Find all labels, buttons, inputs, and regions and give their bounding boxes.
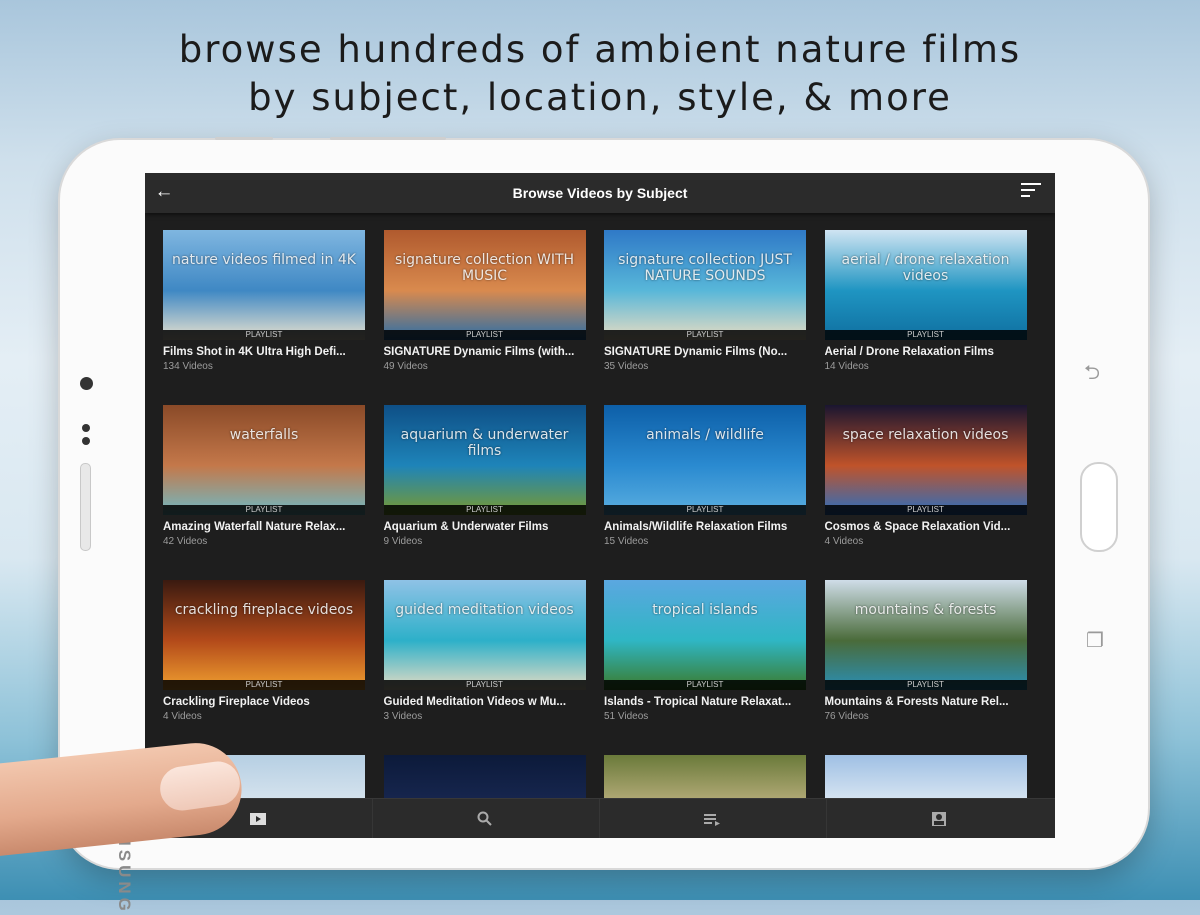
video-count: 14 Videos <box>824 361 869 372</box>
page-title: Browse Videos by Subject <box>512 185 688 201</box>
front-camera <box>80 377 93 390</box>
video-thumbnail[interactable]: animals / wildlife PLAYLIST <box>604 405 806 515</box>
thumbnail-caption: aquarium & underwater films <box>400 427 569 459</box>
video-card[interactable]: tropical islands PLAYLIST Islands - Tropic… <box>604 580 806 722</box>
playlist-badge: PLAYLIST <box>383 680 586 690</box>
app-bar: ← Browse Videos by Subject <box>145 173 1055 213</box>
thumbnail-caption: signature collection JUST NATURE SOUNDS <box>618 252 792 284</box>
sensor-dot <box>82 424 90 432</box>
playlist-badge: PLAYLIST <box>383 330 586 340</box>
headline-line-1: browse hundreds of ambient nature films <box>178 28 1022 71</box>
video-card-title: Mountains & Forests Nature Rel... <box>824 696 1009 708</box>
video-count: 9 Videos <box>383 536 423 547</box>
video-card-title: Amazing Waterfall Nature Relax... <box>163 521 346 533</box>
video-thumbnail[interactable]: aquarium & underwater films PLAYLIST <box>383 405 586 515</box>
recent-apps-icon[interactable]: ❐ <box>1086 628 1104 653</box>
thumbnail-caption: space relaxation videos <box>842 427 1009 443</box>
play-icon <box>250 813 266 825</box>
thumbnail-caption: aerial / drone relaxation videos <box>841 252 1010 284</box>
video-count: 3 Videos <box>383 711 423 722</box>
video-card-title: Animals/Wildlife Relaxation Films <box>604 521 788 533</box>
playlist-badge: PLAYLIST <box>163 505 365 515</box>
video-thumbnail[interactable]: waterfalls PLAYLIST <box>163 405 365 515</box>
video-card-title: Films Shot in 4K Ultra High Defi... <box>163 346 346 358</box>
thumbnail-caption: guided meditation videos <box>395 602 574 618</box>
video-count: 4 Videos <box>163 711 202 722</box>
video-card-title: Aquarium & Underwater Films <box>383 521 549 533</box>
video-card-title: Crackling Fireplace Videos <box>163 696 310 708</box>
video-thumbnail[interactable]: crackling fireplace videos PLAYLIST <box>163 580 365 690</box>
video-thumbnail[interactable]: signature collection JUST NATURE SOUNDS P… <box>604 230 806 340</box>
thumbnail-caption: animals / wildlife <box>646 427 764 443</box>
sensor-dot <box>82 437 90 445</box>
search-tab[interactable] <box>372 799 600 838</box>
power-button <box>330 137 446 140</box>
video-card-title: SIGNATURE Dynamic Films (with... <box>383 346 575 358</box>
playlist-badge: PLAYLIST <box>604 505 806 515</box>
playlist-badge: PLAYLIST <box>604 330 806 340</box>
back-key-icon[interactable]: ⮌ <box>1084 358 1100 392</box>
video-card[interactable]: aquarium & underwater films PLAYLIST Aquar… <box>383 405 586 547</box>
video-thumbnail[interactable]: tropical islands PLAYLIST <box>604 580 806 690</box>
thumbnail-caption: crackling fireplace videos <box>174 602 354 618</box>
video-card[interactable]: signature collection WITH MUSIC PLAYLIST S… <box>383 230 586 372</box>
volume-button <box>215 137 273 140</box>
playlist-icon <box>704 814 720 826</box>
video-count: 35 Videos <box>604 361 649 372</box>
home-button[interactable] <box>1080 462 1118 552</box>
speaker-slot <box>80 463 91 551</box>
thumbnail-caption: signature collection WITH MUSIC <box>394 252 575 284</box>
playlist-badge: PLAYLIST <box>604 680 806 690</box>
thumbnail-caption: waterfalls <box>229 427 299 443</box>
video-thumbnail[interactable]: aerial / drone relaxation videos PLAYLIST <box>824 230 1027 340</box>
video-card[interactable]: waterfalls PLAYLIST Amazing Waterfall Natu… <box>163 405 365 547</box>
bottom-nav <box>145 798 1055 838</box>
video-count: 15 Videos <box>604 536 649 547</box>
thumbnail-caption: nature videos filmed in 4K <box>172 252 356 268</box>
video-count: 134 Videos <box>163 361 213 372</box>
search-icon <box>477 811 492 826</box>
video-card-title: Guided Meditation Videos w Mu... <box>383 696 567 708</box>
playlist-badge: PLAYLIST <box>163 680 365 690</box>
playlist-badge: PLAYLIST <box>824 680 1027 690</box>
video-count: 76 Videos <box>824 711 869 722</box>
video-card-title: Cosmos & Space Relaxation Vid... <box>824 521 1011 533</box>
video-card[interactable]: mountains & forests PLAYLIST Mountains & F… <box>824 580 1027 722</box>
video-card[interactable]: space relaxation videos PLAYLIST Cosmos & … <box>824 405 1027 547</box>
playlist-badge: PLAYLIST <box>824 505 1027 515</box>
video-count: 51 Videos <box>604 711 649 722</box>
video-count: 4 Videos <box>824 536 864 547</box>
sort-icon[interactable] <box>1021 183 1041 201</box>
thumbnail-caption: mountains & forests <box>854 602 997 618</box>
video-thumbnail[interactable]: guided meditation videos PLAYLIST <box>383 580 586 690</box>
video-count: 42 Videos <box>163 536 208 547</box>
headline-line-2: by subject, location, style, & more <box>248 76 952 119</box>
video-card[interactable]: nature videos filmed in 4K PLAYLIST Films … <box>163 230 365 372</box>
video-thumbnail[interactable]: signature collection WITH MUSIC PLAYLIST <box>383 230 586 340</box>
video-card[interactable]: animals / wildlife PLAYLIST Animals/Wildli… <box>604 405 806 547</box>
playlist-badge: PLAYLIST <box>163 330 365 340</box>
video-count: 49 Videos <box>383 361 428 372</box>
video-card-title: SIGNATURE Dynamic Films (No... <box>604 346 788 358</box>
video-card[interactable]: guided meditation videos PLAYLIST Guided M… <box>383 580 586 722</box>
playlist-badge: PLAYLIST <box>824 330 1027 340</box>
video-thumbnail[interactable]: nature videos filmed in 4K PLAYLIST <box>163 230 365 340</box>
video-card[interactable]: crackling fireplace videos PLAYLIST Crackl… <box>163 580 365 722</box>
video-card[interactable]: aerial / drone relaxation videos PLAYLIST… <box>824 230 1027 372</box>
app-screen: ← Browse Videos by Subject nature videos… <box>145 173 1055 838</box>
video-card-title: Aerial / Drone Relaxation Films <box>824 346 994 358</box>
account-tab[interactable] <box>826 799 1053 838</box>
account-icon <box>932 812 946 826</box>
video-card-title: Islands - Tropical Nature Relaxat... <box>604 696 792 708</box>
thumbnail-caption: tropical islands <box>652 602 758 618</box>
video-thumbnail[interactable]: mountains & forests PLAYLIST <box>824 580 1027 690</box>
playlist-badge: PLAYLIST <box>383 505 586 515</box>
video-card[interactable]: signature collection JUST NATURE SOUNDS P… <box>604 230 806 372</box>
video-thumbnail[interactable]: space relaxation videos PLAYLIST <box>824 405 1027 515</box>
playlist-tab[interactable] <box>599 799 827 838</box>
